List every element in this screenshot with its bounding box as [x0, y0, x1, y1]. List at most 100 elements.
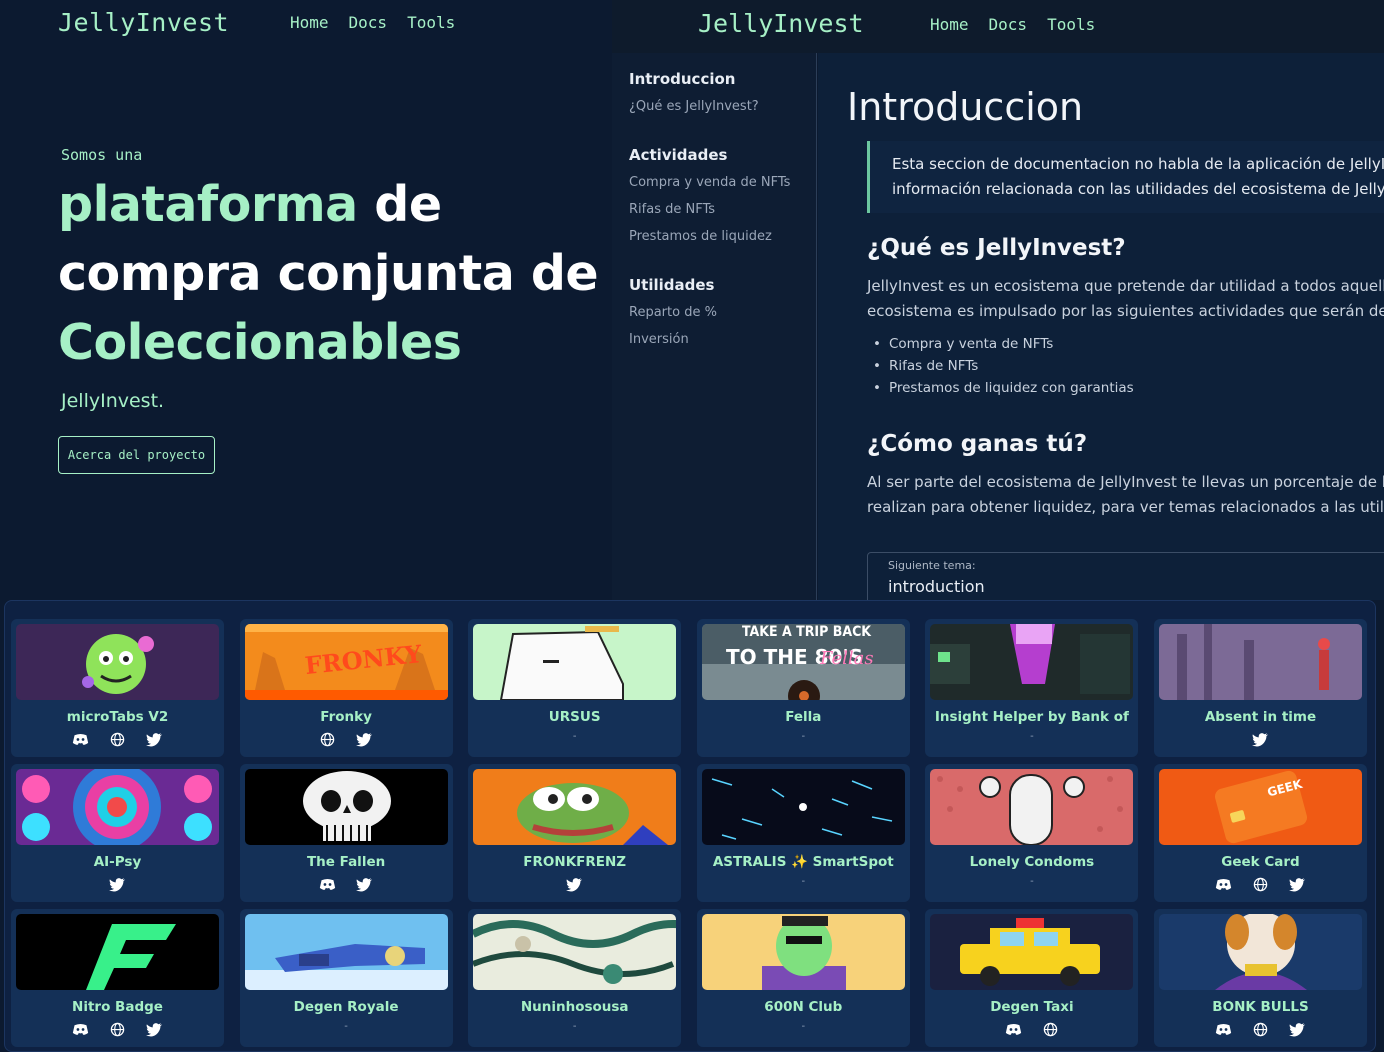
collection-thumbnail[interactable]	[16, 769, 219, 845]
collection-card[interactable]: Degen Royale -	[239, 909, 453, 1047]
collection-thumbnail[interactable]	[244, 769, 448, 845]
nav-tools-link[interactable]: Tools	[407, 13, 455, 32]
globe-icon[interactable]	[109, 1022, 126, 1041]
sidebar-section-utilidades[interactable]: Utilidades	[629, 276, 714, 294]
globe-icon[interactable]	[109, 732, 126, 751]
collection-card[interactable]: 600N Club -	[696, 909, 910, 1047]
twitter-icon[interactable]	[146, 732, 163, 751]
collection-card[interactable]: Degen Taxi	[925, 909, 1139, 1047]
collection-card[interactable]: GEEK Geek Card	[1154, 764, 1367, 902]
globe-icon[interactable]	[1252, 1022, 1269, 1041]
collection-name[interactable]: Fella	[697, 709, 910, 725]
collection-name[interactable]: microTabs V2	[11, 709, 224, 725]
collection-card[interactable]: TAKE A TRIP BACK TO THE 80'S Fellas Fella -	[696, 619, 910, 757]
sidebar-item-inversion[interactable]: Inversión	[629, 332, 689, 347]
twitter-icon[interactable]	[1252, 732, 1269, 751]
collection-name[interactable]: Degen Taxi	[925, 999, 1138, 1015]
site-logo[interactable]: JellyInvest	[58, 8, 229, 37]
collection-thumbnail[interactable]	[473, 769, 677, 845]
twitter-icon[interactable]	[356, 877, 373, 896]
globe-icon[interactable]	[1042, 1022, 1059, 1041]
collection-thumbnail[interactable]	[701, 769, 905, 845]
collection-name[interactable]: Insight Helper by Bank of	[925, 709, 1138, 725]
collection-name[interactable]: 600N Club	[697, 999, 910, 1015]
twitter-icon[interactable]	[566, 877, 583, 896]
collection-thumbnail[interactable]	[701, 914, 905, 990]
globe-icon[interactable]	[1252, 877, 1269, 896]
next-topic-link[interactable]: Siguiente tema: introduction	[867, 552, 1384, 600]
heading-what-is: ¿Qué es JellyInvest?	[867, 235, 1126, 261]
collection-name[interactable]: ASTRALIS ✨ SmartSpot	[697, 854, 910, 870]
collection-thumbnail[interactable]: GEEK	[1159, 769, 1362, 845]
collection-name[interactable]: AI-Psy	[11, 854, 224, 870]
collection-card[interactable]: ASTRALIS ✨ SmartSpot -	[696, 764, 910, 902]
collection-thumbnail[interactable]	[473, 914, 677, 990]
nav-docs-link[interactable]: Docs	[349, 13, 388, 32]
collection-thumbnail[interactable]: TAKE A TRIP BACK TO THE 80'S Fellas	[701, 624, 905, 700]
docs-site-logo[interactable]: JellyInvest	[698, 9, 864, 38]
collection-name[interactable]: BONK BULLS	[1154, 999, 1367, 1015]
collection-card[interactable]: Lonely Condoms -	[925, 764, 1139, 902]
hero-brand: JellyInvest.	[61, 390, 165, 412]
nav-home-link[interactable]: Home	[290, 13, 329, 32]
collection-name[interactable]: The Fallen	[240, 854, 453, 870]
collection-name[interactable]: Lonely Condoms	[925, 854, 1138, 870]
sidebar-item-que-es[interactable]: ¿Qué es JellyInvest?	[629, 99, 759, 114]
collection-card[interactable]: Nuninhosousa -	[468, 909, 682, 1047]
collection-card[interactable]: FRONKFRENZ	[468, 764, 682, 902]
collection-thumbnail[interactable]	[930, 914, 1134, 990]
collection-name[interactable]: URSUS	[468, 709, 681, 725]
collection-card[interactable]: The Fallen	[239, 764, 453, 902]
collection-name[interactable]: Degen Royale	[240, 999, 453, 1015]
collection-name[interactable]: FRONKFRENZ	[468, 854, 681, 870]
collection-card[interactable]: URSUS -	[468, 619, 682, 757]
sidebar-item-rifas[interactable]: Rifas de NFTs	[629, 202, 715, 217]
collection-card[interactable]: Insight Helper by Bank of -	[925, 619, 1139, 757]
docs-nav-links: Home Docs Tools	[930, 15, 1095, 34]
twitter-icon[interactable]	[109, 877, 126, 896]
collection-name[interactable]: Geek Card	[1154, 854, 1367, 870]
collection-thumbnail[interactable]	[930, 769, 1134, 845]
sidebar-item-compra-venta[interactable]: Compra y venda de NFTs	[629, 175, 790, 190]
list-item: Prestamos de liquidez con garantias	[873, 377, 1134, 399]
twitter-icon[interactable]	[356, 732, 373, 751]
docs-nav-docs-link[interactable]: Docs	[989, 15, 1028, 34]
collection-name[interactable]: Nuninhosousa	[468, 999, 681, 1015]
discord-icon[interactable]	[319, 877, 336, 896]
collection-card[interactable]: FRONKY Fronky	[239, 619, 453, 757]
collection-thumbnail[interactable]	[244, 914, 448, 990]
collection-thumbnail[interactable]	[930, 624, 1134, 700]
sidebar-section-introduccion[interactable]: Introduccion	[629, 70, 735, 88]
collection-thumbnail[interactable]	[1159, 624, 1362, 700]
globe-icon[interactable]	[319, 732, 336, 751]
collection-thumbnail[interactable]	[16, 914, 219, 990]
sidebar-section-actividades[interactable]: Actividades	[629, 146, 727, 164]
collection-card[interactable]: Absent in time	[1154, 619, 1367, 757]
twitter-icon[interactable]	[1289, 877, 1306, 896]
about-project-button[interactable]: Acerca del proyecto	[58, 436, 215, 474]
collection-card[interactable]: microTabs V2	[11, 619, 224, 757]
collection-thumbnail[interactable]: FRONKY	[244, 624, 448, 700]
collection-thumbnail[interactable]	[1159, 914, 1362, 990]
discord-icon[interactable]	[1215, 877, 1232, 896]
discord-icon[interactable]	[1005, 1022, 1022, 1041]
collection-name[interactable]: Fronky	[240, 709, 453, 725]
sidebar-item-prestamos[interactable]: Prestamos de liquidez	[629, 229, 772, 244]
collection-name[interactable]: Nitro Badge	[11, 999, 224, 1015]
collection-thumbnail[interactable]	[473, 624, 677, 700]
page-title: Introduccion	[847, 85, 1084, 129]
collection-card[interactable]: BONK BULLS	[1154, 909, 1367, 1047]
no-links-placeholder: -	[801, 731, 806, 742]
discord-icon[interactable]	[72, 732, 89, 751]
discord-icon[interactable]	[72, 1022, 89, 1041]
docs-nav-home-link[interactable]: Home	[930, 15, 969, 34]
collection-card[interactable]: Nitro Badge	[11, 909, 224, 1047]
twitter-icon[interactable]	[146, 1022, 163, 1041]
collection-thumbnail[interactable]	[16, 624, 219, 700]
sidebar-item-reparto[interactable]: Reparto de %	[629, 305, 717, 320]
collection-card[interactable]: AI-Psy	[11, 764, 224, 902]
docs-nav-tools-link[interactable]: Tools	[1047, 15, 1095, 34]
discord-icon[interactable]	[1215, 1022, 1232, 1041]
collection-name[interactable]: Absent in time	[1154, 709, 1367, 725]
twitter-icon[interactable]	[1289, 1022, 1306, 1041]
